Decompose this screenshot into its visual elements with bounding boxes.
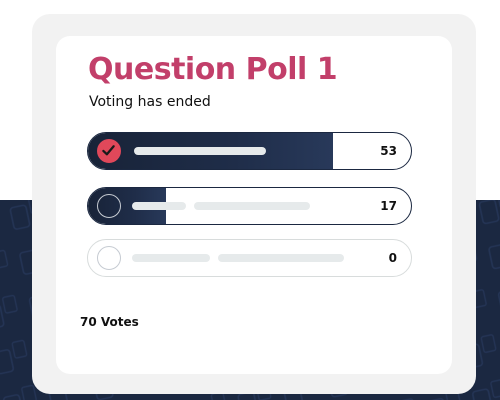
total-votes: 70 Votes	[80, 315, 139, 329]
poll-title: Question Poll 1	[88, 52, 338, 87]
option-vote-count: 17	[380, 199, 397, 213]
radio-circle-icon	[97, 246, 121, 270]
poll-option[interactable]: 0	[87, 239, 412, 277]
option-label-placeholder	[194, 202, 310, 210]
option-vote-count: 0	[388, 251, 397, 265]
poll-screen: Question Poll 1 Voting has ended 53 17 0…	[0, 0, 500, 400]
option-label-placeholder	[132, 254, 210, 262]
option-vote-count: 53	[380, 144, 397, 158]
option-label-placeholder	[132, 202, 186, 210]
option-label-placeholder	[134, 147, 266, 155]
checkmark-icon	[97, 139, 121, 163]
radio-circle-icon	[97, 194, 121, 218]
poll-option[interactable]: 17	[87, 187, 412, 225]
poll-status: Voting has ended	[89, 94, 211, 110]
poll-option[interactable]: 53	[87, 132, 412, 170]
option-label-placeholder	[218, 254, 344, 262]
